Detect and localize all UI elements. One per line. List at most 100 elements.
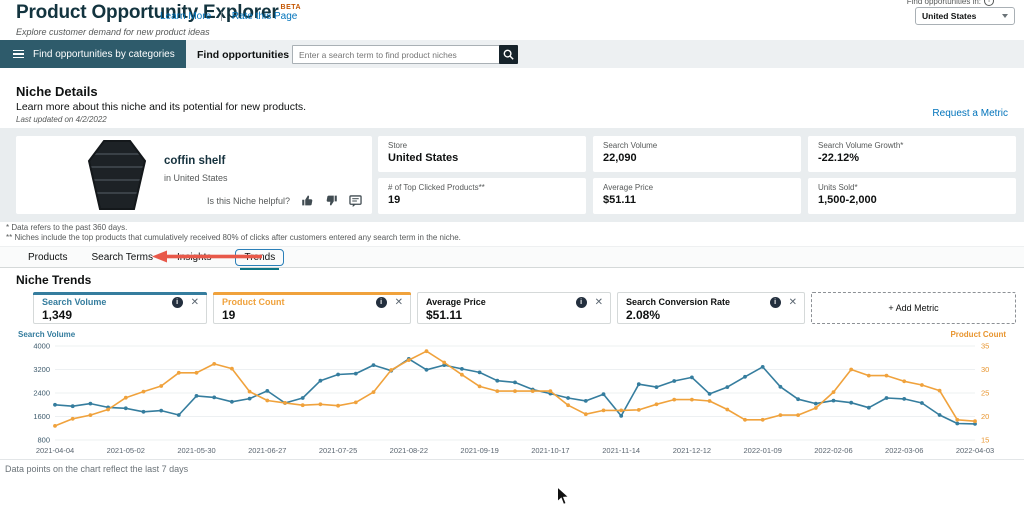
svg-text:2021-08-22: 2021-08-22 (390, 446, 428, 455)
card-accent-bar (213, 292, 411, 295)
link-divider: | (220, 11, 223, 22)
info-icon[interactable]: i (576, 297, 587, 308)
thumbs-up-icon[interactable] (301, 194, 314, 207)
svg-text:2021-04-04: 2021-04-04 (36, 446, 74, 455)
divider (0, 459, 1024, 460)
card-accent-bar (417, 292, 611, 295)
svg-text:30: 30 (981, 365, 989, 374)
metric-card-search-volume: Search Volume 22,090 (593, 136, 801, 172)
header-links: Learn More | Rate this Page (160, 11, 297, 22)
svg-text:2021-07-25: 2021-07-25 (319, 446, 357, 455)
niche-name: coffin shelf (164, 155, 225, 167)
trend-card-label: Search Conversion Rate (626, 297, 730, 307)
line-chart: 40003200240016008003530252015Search Volu… (16, 330, 1008, 458)
svg-text:2021-12-12: 2021-12-12 (673, 446, 711, 455)
svg-text:800: 800 (37, 436, 50, 445)
info-icon[interactable]: i (770, 297, 781, 308)
svg-text:15: 15 (981, 436, 989, 445)
trend-card-value: 1,349 (42, 308, 72, 322)
close-icon[interactable]: ✕ (595, 298, 603, 308)
niche-details-heading: Niche Details (16, 84, 98, 99)
feedback-comment-icon[interactable] (349, 195, 362, 207)
svg-text:2400: 2400 (33, 389, 50, 398)
red-annotation-arrow (152, 250, 264, 263)
svg-text:35: 35 (981, 342, 989, 351)
rate-this-page-link[interactable]: Rate this Page (232, 11, 298, 22)
trend-card-label: Search Volume (42, 297, 106, 307)
tab-search-terms[interactable]: Search Terms (91, 252, 153, 263)
metric-label: # of Top Clicked Products** (388, 183, 485, 192)
info-icon[interactable]: i (172, 297, 183, 308)
metric-label: Average Price (603, 183, 653, 192)
helpful-prompt: Is this Niche helpful? (207, 196, 290, 206)
last-updated-text: Last updated on 4/2/2022 (16, 115, 107, 124)
metric-value: 1,500-2,000 (818, 194, 877, 206)
svg-text:2021-05-02: 2021-05-02 (107, 446, 145, 455)
tab-products[interactable]: Products (28, 252, 67, 263)
request-a-metric-link[interactable]: Request a Metric (932, 108, 1008, 119)
close-icon[interactable]: ✕ (789, 298, 797, 308)
svg-text:2021-05-30: 2021-05-30 (177, 446, 215, 455)
trend-card-label: Product Count (222, 297, 285, 307)
svg-text:2022-02-06: 2022-02-06 (814, 446, 852, 455)
info-icon[interactable]: i (984, 0, 994, 6)
card-accent-bar (617, 292, 805, 295)
trend-card-search-conversion-rate[interactable]: Search Conversion Rate 2.08% i ✕ (617, 292, 805, 324)
niche-trends-heading: Niche Trends (16, 273, 91, 287)
page-subtitle: Explore customer demand for new product … (16, 27, 210, 37)
close-icon[interactable]: ✕ (395, 298, 403, 308)
svg-text:25: 25 (981, 389, 989, 398)
thumbs-down-icon[interactable] (325, 194, 338, 207)
metric-card-search-volume-growth: Search Volume Growth* -22.12% (808, 136, 1016, 172)
card-accent-bar (33, 292, 207, 295)
niche-details-description: Learn more about this niche and its pote… (16, 101, 306, 113)
learn-more-link[interactable]: Learn More (160, 11, 211, 22)
close-icon[interactable]: ✕ (191, 298, 199, 308)
helpful-row: Is this Niche helpful? (207, 194, 362, 207)
metric-value: United States (388, 152, 458, 164)
add-metric-button[interactable]: + Add Metric (811, 292, 1016, 324)
beta-badge: BETA (281, 4, 302, 11)
trend-card-product-count[interactable]: Product Count 19 i✕ (213, 292, 411, 324)
svg-text:2021-10-17: 2021-10-17 (531, 446, 569, 455)
trend-card-value: $51.11 (426, 308, 462, 322)
svg-text:2022-01-09: 2022-01-09 (744, 446, 782, 455)
metric-value: 22,090 (603, 152, 637, 164)
mouse-cursor (556, 486, 570, 506)
marketplace-label: Find opportunities in:i (907, 0, 994, 6)
metric-card-store: Store United States (378, 136, 586, 172)
search-button[interactable] (499, 45, 518, 64)
categories-menu-button[interactable]: Find opportunities by categories (0, 40, 186, 68)
metric-card-units-sold: Units Sold* 1,500-2,000 (808, 178, 1016, 214)
svg-text:2022-04-03: 2022-04-03 (956, 446, 994, 455)
info-icon[interactable]: i (376, 297, 387, 308)
search-icon (503, 49, 514, 60)
svg-text:20: 20 (981, 412, 989, 421)
footnote-1: * Data refers to the past 360 days. (6, 223, 127, 232)
chevron-down-icon (1002, 14, 1008, 18)
svg-text:1600: 1600 (33, 412, 50, 421)
svg-text:2021-09-19: 2021-09-19 (460, 446, 498, 455)
search-input[interactable] (292, 45, 502, 64)
trend-card-search-volume[interactable]: Search Volume 1,349 i ✕ (33, 292, 207, 324)
niche-card: coffin shelf in United States Is this Ni… (16, 136, 372, 214)
metric-value: $51.11 (603, 194, 636, 206)
hamburger-icon (13, 50, 24, 59)
svg-text:3200: 3200 (33, 365, 50, 374)
metric-label: Search Volume (603, 141, 657, 150)
niche-location: in United States (164, 173, 228, 183)
trend-metric-cards: Search Volume 1,349 i✕ Product Count 19 … (33, 292, 1016, 324)
svg-text:2021-06-27: 2021-06-27 (248, 446, 286, 455)
niche-product-image (84, 140, 150, 210)
trend-card-average-price[interactable]: Average Price $51.11 i ✕ (417, 292, 611, 324)
metric-card-average-price: Average Price $51.11 (593, 178, 801, 214)
metric-value: -22.12% (818, 152, 859, 164)
metric-label: Search Volume Growth* (818, 141, 903, 150)
metric-label: Units Sold* (818, 183, 858, 192)
svg-text:2022-03-06: 2022-03-06 (885, 446, 923, 455)
trend-card-label: Average Price (426, 297, 486, 307)
marketplace-dropdown[interactable]: United States (915, 7, 1015, 25)
footnote-2: ** Niches include the top products that … (6, 233, 461, 242)
niche-trends-chart: 40003200240016008003530252015Search Volu… (16, 330, 1008, 458)
trend-card-value: 2.08% (626, 308, 660, 322)
